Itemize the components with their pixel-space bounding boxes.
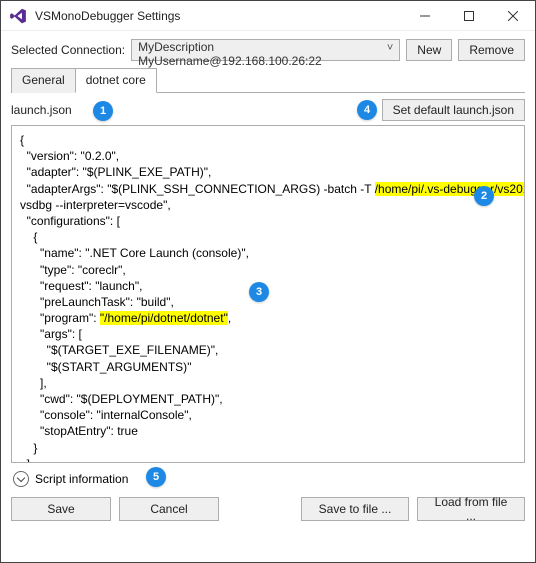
window-title: VSMonoDebugger Settings — [35, 9, 403, 23]
minimize-button[interactable] — [403, 1, 447, 31]
chevron-down-icon — [13, 471, 29, 487]
load-from-file-button[interactable]: Load from file ... — [417, 497, 525, 521]
save-to-file-button[interactable]: Save to file ... — [301, 497, 409, 521]
filename-label: launch.json — [11, 103, 72, 117]
annotation-badge-3: 3 — [249, 282, 269, 302]
annotation-badge-4: 4 — [357, 100, 377, 120]
json-version: 0.2.0 — [85, 149, 112, 163]
filename-row: launch.json Set default launch.json 1 4 — [11, 99, 525, 121]
json-adapter-args-prefix: $(PLINK_SSH_CONNECTION_ARGS) -batch -T — [112, 182, 375, 196]
json-config-console: internalConsole — [101, 408, 184, 422]
close-button[interactable] — [491, 1, 535, 31]
maximize-button[interactable] — [447, 1, 491, 31]
tab-dotnet-core[interactable]: dotnet core — [75, 68, 157, 93]
json-config-prelaunchtask: build — [141, 295, 166, 309]
vs-logo-icon — [9, 7, 27, 25]
set-default-launchjson-button[interactable]: Set default launch.json — [382, 99, 525, 121]
connection-row: Selected Connection: MyDescription MyUse… — [11, 39, 525, 61]
save-button[interactable]: Save — [11, 497, 111, 521]
cancel-button[interactable]: Cancel — [119, 497, 219, 521]
connection-select[interactable]: MyDescription MyUsername@192.168.100.26:… — [131, 39, 400, 61]
json-config-type: coreclr — [82, 263, 118, 277]
footer-buttons: Save Cancel Save to file ... Load from f… — [11, 497, 525, 521]
json-config-program: /home/pi/dotnet/dotnet — [104, 311, 223, 325]
connection-label: Selected Connection: — [11, 43, 125, 57]
launch-json-editor[interactable]: { "version": "0.2.0", "adapter": "$(PLIN… — [11, 125, 525, 463]
script-information-row[interactable]: Script information 5 — [11, 465, 525, 493]
json-config-arg-0: $(TARGET_EXE_FILENAME) — [51, 343, 211, 357]
new-connection-button[interactable]: New — [406, 39, 452, 61]
script-information-label: Script information — [35, 472, 128, 486]
tab-strip: General dotnet core — [11, 67, 525, 93]
annotation-badge-2: 2 — [474, 186, 494, 206]
window-controls — [403, 1, 535, 31]
json-config-arg-1: $(START_ARGUMENTS) — [51, 360, 187, 374]
json-config-request: launch — [99, 279, 134, 293]
tab-general[interactable]: General — [11, 68, 76, 93]
json-adapter-args-highlight: /home/pi/.vs-debugger/vs2019/ — [375, 182, 525, 196]
json-adapter-args-line2: vsdbg --interpreter=vscode — [20, 198, 163, 212]
json-config-stopatentry: true — [117, 424, 138, 438]
dialog-body: Selected Connection: MyDescription MyUse… — [1, 31, 535, 531]
annotation-badge-1: 1 — [93, 101, 113, 121]
json-adapter: $(PLINK_EXE_PATH) — [87, 165, 204, 179]
connection-selected-value: MyDescription MyUsername@192.168.100.26:… — [138, 40, 322, 68]
annotation-badge-5: 5 — [146, 467, 166, 487]
titlebar: VSMonoDebugger Settings — [1, 1, 535, 31]
remove-connection-button[interactable]: Remove — [458, 39, 525, 61]
json-config-cwd: $(DEPLOYMENT_PATH) — [81, 392, 215, 406]
json-config-name: .NET Core Launch (console) — [89, 246, 241, 260]
